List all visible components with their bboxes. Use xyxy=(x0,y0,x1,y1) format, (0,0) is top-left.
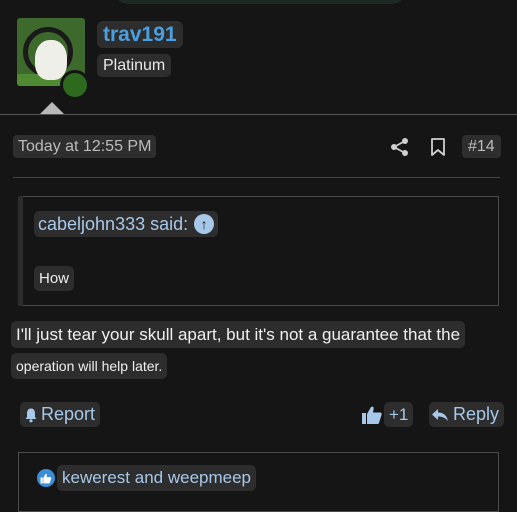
post-timestamp[interactable]: Today at 12:55 PM xyxy=(13,135,157,158)
arrow-up-circle-icon[interactable]: ↑ xyxy=(194,214,215,234)
report-button[interactable]: Report xyxy=(20,402,101,427)
bell-icon xyxy=(25,408,37,422)
post-body-line-1: I'll just tear your skull apart, but it'… xyxy=(11,321,466,348)
reply-icon xyxy=(432,408,448,421)
post-body-line-2: operation will help later. xyxy=(11,353,168,379)
user-rank-badge: Platinum xyxy=(97,54,172,77)
reply-label: Reply xyxy=(453,404,500,424)
post-number-link[interactable]: #14 xyxy=(462,135,501,158)
quote-author-label: cabeljohn333 said: xyxy=(38,214,189,234)
like-count[interactable]: +1 xyxy=(384,402,414,427)
bookmark-icon[interactable] xyxy=(430,137,446,157)
quote-text: How xyxy=(34,266,75,291)
online-status-indicator xyxy=(60,70,90,100)
like-button[interactable] xyxy=(360,402,384,427)
header-divider xyxy=(0,114,517,115)
thumbs-up-reaction-icon xyxy=(37,469,55,487)
share-icon[interactable] xyxy=(390,137,410,157)
report-label: Report xyxy=(41,404,96,424)
avatar-dog xyxy=(35,40,67,80)
quote-author-link[interactable]: cabeljohn333 said: ↑ xyxy=(34,211,219,237)
reactions-list-link[interactable]: kewerest and weepmeep xyxy=(57,465,257,491)
thumbs-up-icon xyxy=(362,406,382,424)
quote-bar xyxy=(18,196,23,306)
post-divider xyxy=(13,177,500,178)
top-glow xyxy=(110,0,410,4)
reply-button[interactable]: Reply xyxy=(429,402,505,427)
username-link[interactable]: trav191 xyxy=(97,21,183,48)
